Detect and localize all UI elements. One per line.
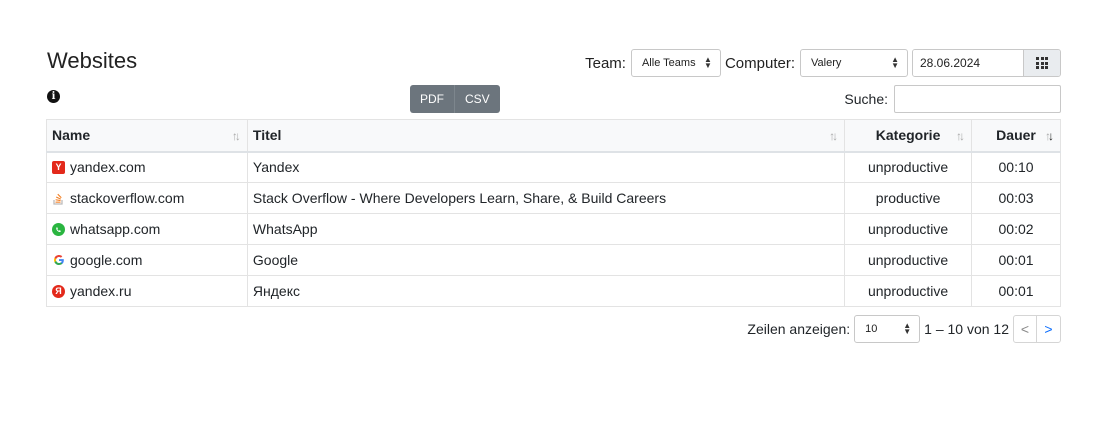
table-row[interactable]: whatsapp.com WhatsApp unproductive 00:02 bbox=[46, 213, 1061, 245]
rows-per-page-select[interactable]: 10 ▲ ▼ bbox=[854, 315, 921, 343]
pagination: Zeilen anzeigen: 10 ▲ ▼ 1 – 10 von 12 < > bbox=[747, 315, 1061, 343]
sort-desc-icon: ↑↓ bbox=[1045, 129, 1054, 143]
team-select-value: Alle Teams bbox=[641, 57, 696, 69]
column-header-category-label: Kategorie bbox=[875, 127, 941, 144]
rows-per-page-label: Zeilen anzeigen: bbox=[747, 321, 851, 337]
column-header-name-label: Name bbox=[52, 127, 91, 144]
column-header-duration[interactable]: Dauer ↑↓ bbox=[971, 119, 1061, 153]
sort-icon: ↑↓ bbox=[231, 129, 241, 143]
computer-label: Computer: bbox=[724, 54, 795, 72]
team-select[interactable]: Alle Teams ▲ ▼ bbox=[630, 49, 721, 77]
column-header-title-label: Titel bbox=[252, 127, 282, 144]
page-title: Websites bbox=[47, 48, 138, 73]
site-name: stackoverflow.com bbox=[70, 190, 185, 206]
site-title: Яндекс bbox=[246, 275, 846, 307]
site-duration: 00:03 bbox=[971, 182, 1061, 214]
calendar-grid-icon bbox=[1036, 57, 1048, 69]
column-header-category[interactable]: Kategorie ↑↓ bbox=[844, 119, 973, 153]
google-icon bbox=[52, 254, 65, 267]
csv-export-button[interactable]: CSV bbox=[455, 85, 500, 113]
sort-icon: ↑↓ bbox=[956, 129, 965, 143]
select-arrows-icon: ▲ ▼ bbox=[903, 321, 912, 336]
page-range: 1 – 10 von 12 bbox=[924, 321, 1009, 337]
site-name: yandex.com bbox=[70, 159, 146, 176]
pdf-export-button[interactable]: PDF bbox=[410, 85, 455, 113]
calendar-button[interactable] bbox=[1023, 50, 1060, 76]
stackoverflow-icon bbox=[52, 192, 65, 205]
yandex-ru-icon: Я bbox=[52, 284, 65, 298]
select-arrows-icon: ▲ ▼ bbox=[891, 55, 899, 70]
search-input[interactable] bbox=[894, 85, 1061, 113]
computer-select-value: Valery bbox=[811, 57, 842, 69]
site-duration: 00:01 bbox=[971, 275, 1061, 307]
team-label: Team: bbox=[585, 54, 626, 72]
search-box: Suche: bbox=[844, 85, 1061, 113]
websites-table: Name ↑↓ Titel ↑↓ Kategorie ↑↓ Dauer ↑↓ Yyand… bbox=[46, 119, 1061, 307]
table-row[interactable]: google.com Google unproductive 00:01 bbox=[46, 244, 1061, 276]
site-category: productive bbox=[844, 182, 973, 214]
date-input[interactable]: 28.06.2024 bbox=[913, 50, 1023, 76]
column-header-name[interactable]: Name ↑↓ bbox=[46, 119, 248, 153]
table-row[interactable]: stackoverflow.com Stack Overflow - Where… bbox=[46, 182, 1061, 214]
date-picker[interactable]: 28.06.2024 bbox=[912, 49, 1061, 77]
table-row[interactable]: Яyandex.ru Яндекс unproductive 00:01 bbox=[46, 275, 1061, 307]
next-page-button[interactable]: > bbox=[1037, 316, 1060, 342]
table-header-row: Name ↑↓ Titel ↑↓ Kategorie ↑↓ Dauer ↑↓ bbox=[46, 119, 1061, 153]
site-duration: 00:02 bbox=[971, 213, 1061, 245]
site-title: WhatsApp bbox=[246, 213, 846, 245]
site-category: unproductive bbox=[844, 213, 973, 245]
export-button-group: PDF CSV bbox=[410, 85, 500, 113]
site-title: Google bbox=[246, 244, 846, 276]
site-duration: 00:01 bbox=[971, 244, 1061, 276]
page-nav: < > bbox=[1013, 315, 1061, 343]
whatsapp-icon bbox=[52, 222, 65, 236]
column-header-duration-label: Dauer bbox=[996, 127, 1036, 144]
search-label: Suche: bbox=[844, 91, 888, 107]
site-category: unproductive bbox=[844, 244, 973, 276]
previous-page-button[interactable]: < bbox=[1014, 316, 1037, 342]
table-row[interactable]: Yyandex.com Yandex unproductive 00:10 bbox=[46, 151, 1061, 183]
info-icon[interactable]: i bbox=[47, 90, 60, 103]
site-duration: 00:10 bbox=[971, 151, 1061, 183]
site-title: Yandex bbox=[246, 151, 846, 183]
select-arrows-icon: ▲ ▼ bbox=[704, 55, 712, 70]
site-category: unproductive bbox=[844, 151, 973, 183]
site-title: Stack Overflow - Where Developers Learn,… bbox=[246, 182, 846, 214]
site-category: unproductive bbox=[844, 275, 973, 307]
site-name: google.com bbox=[70, 252, 143, 268]
column-header-title[interactable]: Titel ↑↓ bbox=[246, 119, 846, 153]
rows-per-page-value: 10 bbox=[865, 323, 878, 335]
sort-icon: ↑↓ bbox=[829, 129, 838, 143]
filter-bar: Team: Alle Teams ▲ ▼ Computer: Valery ▲ ▼ … bbox=[585, 49, 1061, 77]
site-name: whatsapp.com bbox=[70, 221, 161, 237]
yandex-icon: Y bbox=[52, 160, 65, 174]
site-name: yandex.ru bbox=[70, 283, 132, 299]
computer-select[interactable]: Valery ▲ ▼ bbox=[800, 49, 908, 77]
